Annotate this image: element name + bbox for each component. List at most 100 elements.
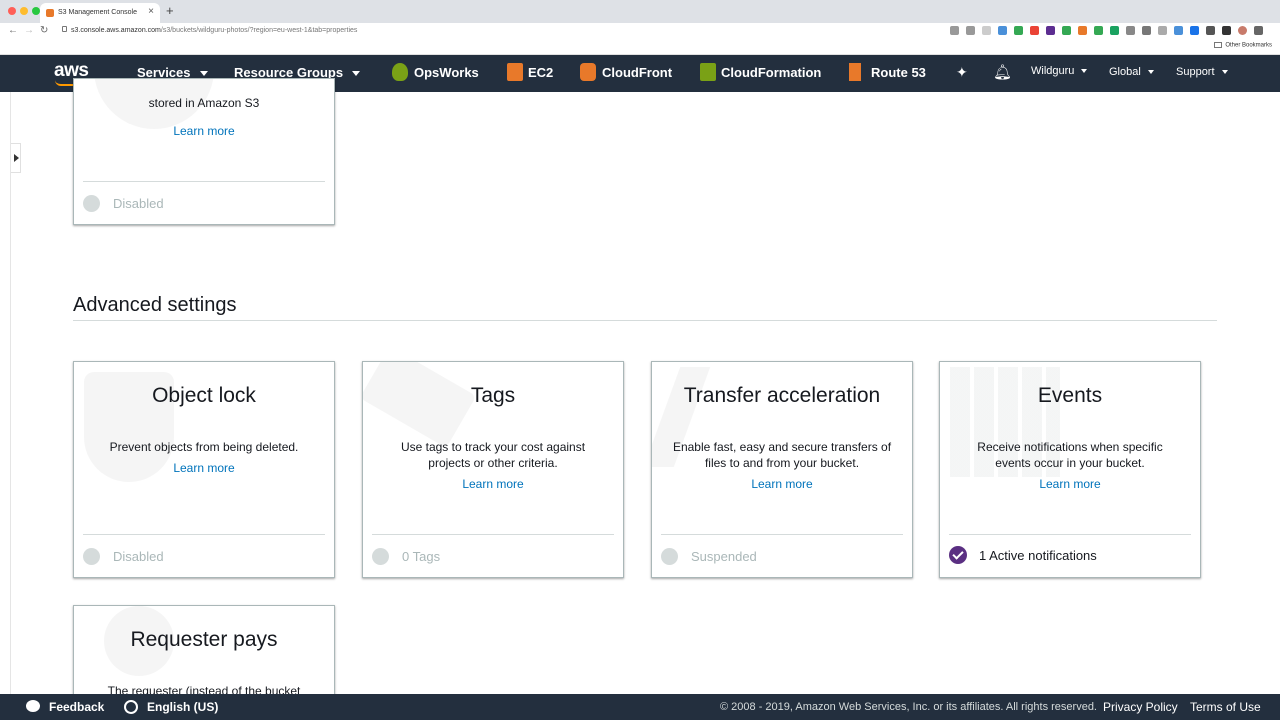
card-title: Tags (470, 384, 516, 407)
copyright-text: © 2008 - 2019, Amazon Web Services, Inc.… (720, 701, 1097, 713)
back-icon[interactable]: ← (8, 25, 18, 36)
chevron-down-icon (1221, 70, 1228, 75)
extension-icon[interactable] (1030, 26, 1039, 35)
chevron-down-icon (199, 71, 208, 77)
learn-more-link[interactable]: Learn more (363, 477, 623, 491)
extension-icon[interactable] (1078, 26, 1087, 35)
close-window-icon[interactable] (8, 7, 16, 15)
extension-icon[interactable] (1174, 26, 1183, 35)
extension-icon[interactable] (1094, 26, 1103, 35)
extension-icon[interactable] (1126, 26, 1135, 35)
section-divider (73, 320, 1217, 321)
requester-pays-card[interactable]: Requester pays The requester (instead of… (73, 605, 335, 705)
close-tab-icon[interactable]: × (148, 6, 154, 17)
card-divider (949, 534, 1191, 535)
maximize-window-icon[interactable] (32, 7, 40, 15)
url-field[interactable]: s3.console.aws.amazon.com/s3/buckets/wil… (62, 26, 357, 34)
pin-icon[interactable]: ✦ (956, 64, 968, 81)
extension-icon[interactable] (982, 26, 991, 35)
s3-favicon-icon (46, 9, 54, 17)
card-description: Enable fast, easy and secure transfers o… (672, 440, 892, 470)
extension-icon[interactable] (998, 26, 1007, 35)
extension-icon[interactable] (1190, 26, 1199, 35)
shortcut-opsworks[interactable]: OpsWorks (414, 65, 479, 80)
extension-icon[interactable] (1222, 26, 1231, 35)
bell-icon[interactable]: 🔔︎ (993, 63, 1012, 81)
language-selector[interactable]: English (US) (147, 700, 218, 714)
account-menu[interactable]: Wildguru (1031, 65, 1088, 77)
globe-icon (124, 700, 138, 714)
extension-icon[interactable] (1142, 26, 1151, 35)
region-menu[interactable]: Global (1109, 66, 1154, 78)
forward-icon[interactable]: → (24, 25, 34, 36)
star-icon[interactable] (966, 26, 975, 35)
bookmarks-bar: Other Bookmarks (0, 39, 1280, 55)
profile-avatar[interactable] (1238, 26, 1247, 35)
new-tab-button[interactable]: + (166, 3, 174, 18)
transfer-acceleration-card[interactable]: Transfer acceleration Enable fast, easy … (651, 361, 913, 578)
other-bookmarks-label: Other Bookmarks (1225, 42, 1272, 49)
extension-icon[interactable] (1206, 26, 1215, 35)
feedback-bubble-icon (26, 700, 40, 712)
status-label: Disabled (113, 549, 164, 564)
shortcut-route53[interactable]: Route 53 (871, 65, 926, 80)
cloudformation-icon (700, 63, 716, 81)
chevron-down-icon (1081, 69, 1088, 74)
status-disabled-icon (83, 195, 100, 212)
extension-icon[interactable] (1110, 26, 1119, 35)
encryption-card[interactable]: stored in Amazon S3 Learn more Disabled (73, 78, 335, 225)
cloudfront-icon (580, 63, 596, 81)
minimize-window-icon[interactable] (20, 7, 28, 15)
shortcut-cloudformation[interactable]: CloudFormation (721, 65, 821, 80)
region-label: Global (1109, 66, 1141, 78)
extension-icon[interactable] (1158, 26, 1167, 35)
card-status: Disabled (83, 548, 164, 565)
learn-more-link[interactable]: Learn more (74, 461, 334, 475)
sidebar-expand-button[interactable] (11, 143, 21, 173)
extension-icon[interactable] (1014, 26, 1023, 35)
terms-of-use-link[interactable]: Terms of Use (1190, 700, 1261, 714)
menu-icon[interactable] (1254, 26, 1263, 35)
tags-card[interactable]: Tags Use tags to track your cost against… (362, 361, 624, 578)
reload-icon[interactable]: ↻ (40, 25, 48, 36)
section-title: Advanced settings (73, 294, 237, 316)
privacy-policy-link[interactable]: Privacy Policy (1103, 700, 1178, 714)
shortcut-cloudfront[interactable]: CloudFront (602, 65, 672, 80)
events-card[interactable]: Events Receive notifications when specif… (939, 361, 1201, 578)
extension-icon[interactable] (1062, 26, 1071, 35)
lock-icon (62, 26, 67, 32)
check-circle-icon (949, 546, 967, 564)
learn-more-link[interactable]: Learn more (940, 477, 1200, 491)
other-bookmarks[interactable]: Other Bookmarks (1214, 42, 1272, 49)
sidebar-edge (10, 92, 11, 694)
browser-tab[interactable]: S3 Management Console × (40, 3, 160, 23)
support-menu[interactable]: Support (1176, 66, 1228, 78)
card-title: Requester pays (130, 628, 278, 651)
status-label: Disabled (113, 196, 164, 211)
support-label: Support (1176, 66, 1215, 78)
shortcut-ec2[interactable]: EC2 (528, 65, 553, 80)
card-title: Events (1037, 384, 1103, 407)
zoom-icon[interactable] (950, 26, 959, 35)
route53-icon (849, 63, 861, 81)
card-description: Receive notifications when specific even… (977, 440, 1163, 470)
learn-more-link[interactable]: Learn more (74, 124, 334, 138)
card-status: Disabled (83, 195, 164, 212)
extension-icon[interactable] (1046, 26, 1055, 35)
card-divider (661, 534, 903, 535)
object-lock-card[interactable]: Object lock Prevent objects from being d… (73, 361, 335, 578)
address-bar: ← → ↻ s3.console.aws.amazon.com/s3/bucke… (0, 23, 1280, 39)
tab-title: S3 Management Console (58, 9, 137, 16)
card-title: Transfer acceleration (683, 384, 881, 407)
chevron-down-icon (1147, 70, 1154, 75)
card-title: Object lock (152, 384, 256, 407)
status-label: 1 Active notifications (979, 547, 1097, 563)
learn-more-link[interactable]: Learn more (652, 477, 912, 491)
account-label: Wildguru (1031, 65, 1075, 77)
card-description: Prevent objects from being deleted. (109, 440, 299, 454)
feedback-link[interactable]: Feedback (49, 700, 104, 714)
url-path: /s3/buckets/wildguru-photos/?region=eu-w… (160, 27, 358, 34)
console-footer: Feedback English (US) © 2008 - 2019, Ama… (0, 694, 1280, 720)
status-disabled-icon (372, 548, 389, 565)
card-status: Suspended (661, 548, 757, 565)
